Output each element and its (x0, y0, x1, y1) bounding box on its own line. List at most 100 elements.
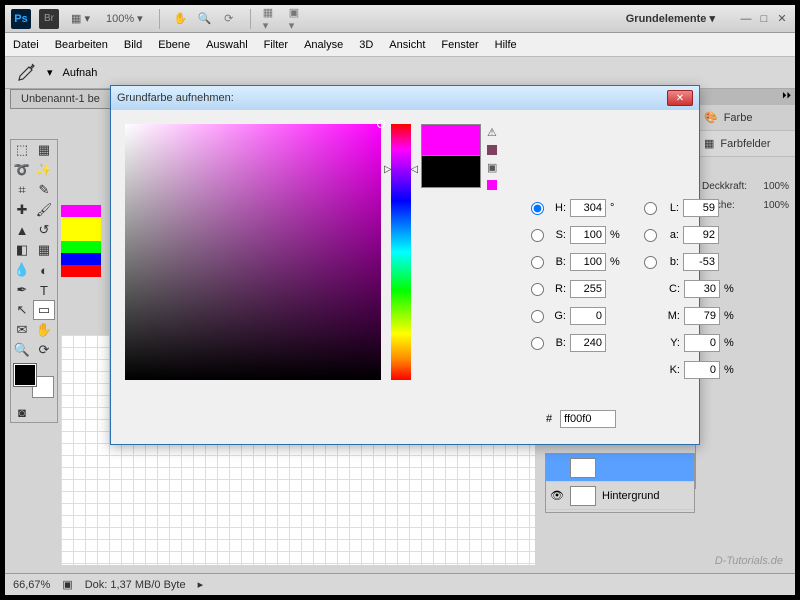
doc-info[interactable]: Dok: 1,37 MB/0 Byte (85, 579, 186, 591)
menu-analysis[interactable]: Analyse (304, 39, 343, 51)
type-tool[interactable]: T (33, 280, 55, 300)
zoom-dropdown[interactable]: 100% ▾ (102, 10, 147, 27)
websafe-warning-icon[interactable]: ▣ (487, 161, 497, 174)
websafe-color-icon[interactable] (487, 180, 497, 190)
dialog-close-button[interactable]: ✕ (667, 90, 693, 106)
radio-bblue[interactable] (531, 337, 544, 350)
lasso-tool[interactable]: ➰ (11, 160, 33, 180)
shape-tool[interactable]: ▭ (33, 300, 55, 320)
statusbar-arrow-icon[interactable]: ▸ (198, 578, 204, 591)
menu-file[interactable]: Datei (13, 39, 39, 51)
quickmask-toggle[interactable]: ◙ (11, 402, 33, 422)
radio-a[interactable] (644, 229, 657, 242)
stamp-tool[interactable]: ▲ (11, 220, 33, 240)
radio-r[interactable] (531, 283, 544, 296)
menu-filter[interactable]: Filter (264, 39, 288, 51)
h-input[interactable] (570, 199, 606, 217)
swatch-row (61, 205, 101, 217)
wand-tool[interactable]: ✨ (33, 160, 55, 180)
separator (159, 9, 160, 29)
g-input[interactable] (570, 307, 606, 325)
hue-slider[interactable]: ▷◁ (391, 124, 411, 380)
r-input[interactable] (570, 280, 606, 298)
panel-tab-color[interactable]: 🎨 Farbe (696, 105, 795, 131)
hand-tool-icon[interactable]: ✋ (172, 10, 190, 28)
radio-s[interactable] (531, 229, 544, 242)
foreground-color-swatch[interactable] (14, 364, 36, 386)
m-label: M: (664, 310, 680, 322)
c-input[interactable] (684, 280, 720, 298)
m-input[interactable] (684, 307, 720, 325)
b-blue-input[interactable] (570, 334, 606, 352)
gamut-warning-icon[interactable]: ⚠ (487, 126, 497, 139)
rotate-tool[interactable]: ⟳ (33, 340, 55, 360)
b-lab-input[interactable] (683, 253, 719, 271)
crop-tool[interactable]: ⌗ (11, 180, 33, 200)
layer-name[interactable]: Hintergrund (602, 490, 659, 502)
panel-collapse-icon[interactable]: ⏵⏵ (696, 89, 795, 105)
hex-input[interactable] (560, 410, 616, 428)
s-input[interactable] (570, 226, 606, 244)
layout-dropdown[interactable]: ▦ ▾ (67, 10, 94, 27)
k-input[interactable] (684, 361, 720, 379)
close-button[interactable]: ✕ (775, 12, 789, 26)
bridge-logo-icon[interactable]: Br (39, 9, 59, 29)
picker-cursor (377, 120, 385, 128)
saturation-brightness-field[interactable] (125, 124, 381, 380)
eraser-tool[interactable]: ◧ (11, 240, 33, 260)
gamut-color-icon[interactable] (487, 145, 497, 155)
brush-tool[interactable]: 🖌 (33, 200, 55, 220)
fill-value[interactable]: 100% (763, 200, 789, 211)
blur-tool[interactable]: 💧 (11, 260, 33, 280)
radio-h[interactable] (531, 202, 544, 215)
menu-edit[interactable]: Bearbeiten (55, 39, 108, 51)
dialog-titlebar[interactable]: Grundfarbe aufnehmen: ✕ (111, 86, 699, 110)
zoom-level[interactable]: 66,67% (13, 579, 50, 591)
notes-tool[interactable]: ✉ (11, 320, 33, 340)
workspace-switcher[interactable]: Grundelemente ▾ (618, 10, 723, 27)
dodge-tool[interactable]: ◐ (33, 260, 55, 280)
menu-image[interactable]: Bild (124, 39, 142, 51)
layer-row-selected[interactable] (546, 454, 694, 482)
screen-mode-icon[interactable]: ▣ ▾ (289, 10, 307, 28)
radio-b[interactable] (531, 256, 544, 269)
move-tool[interactable]: ⬚ (11, 140, 33, 160)
history-brush-tool[interactable]: ↺ (33, 220, 55, 240)
current-color-swatch[interactable] (421, 156, 481, 188)
heal-tool[interactable]: ✚ (11, 200, 33, 220)
radio-bb[interactable] (644, 256, 657, 269)
menu-select[interactable]: Auswahl (206, 39, 248, 51)
marquee-tool[interactable]: ▦ (33, 140, 55, 160)
menu-layer[interactable]: Ebene (158, 39, 190, 51)
radio-g[interactable] (531, 310, 544, 323)
menu-3d[interactable]: 3D (359, 39, 373, 51)
zoom-tool[interactable]: 🔍 (11, 340, 33, 360)
document-tab[interactable]: Unbenannt-1 be (10, 89, 111, 109)
gradient-tool[interactable]: ▦ (33, 240, 55, 260)
hand-tool[interactable]: ✋ (33, 320, 55, 340)
layer-row-background[interactable]: 👁 Hintergrund (546, 482, 694, 510)
zoom-tool-icon[interactable]: 🔍 (196, 10, 214, 28)
visibility-icon[interactable]: 👁 (550, 489, 564, 502)
eyedropper-tool[interactable]: ✎ (33, 180, 55, 200)
new-color-swatch[interactable] (421, 124, 481, 156)
pen-tool[interactable]: ✒ (11, 280, 33, 300)
y-input[interactable] (684, 334, 720, 352)
menu-window[interactable]: Fenster (441, 39, 478, 51)
radio-l[interactable] (644, 202, 657, 215)
toolbox: ⬚ ▦ ➰ ✨ ⌗ ✎ ✚ 🖌 ▲ ↺ ◧ ▦ 💧 ◐ ✒ T ↖ ▭ ✉ ✋ … (10, 139, 58, 423)
a-input[interactable] (683, 226, 719, 244)
arrange-docs-icon[interactable]: ▦ ▾ (263, 10, 281, 28)
color-swatches[interactable] (12, 364, 56, 398)
l-input[interactable] (683, 199, 719, 217)
path-tool[interactable]: ↖ (11, 300, 33, 320)
panel-tab-swatches[interactable]: ▦ Farbfelder (696, 131, 795, 157)
rotate-view-icon[interactable]: ⟳ (220, 10, 238, 28)
layer-thumbnail (570, 486, 596, 506)
menu-help[interactable]: Hilfe (495, 39, 517, 51)
minimize-button[interactable]: — (739, 12, 753, 26)
maximize-button[interactable]: □ (757, 12, 771, 26)
b-brightness-input[interactable] (570, 253, 606, 271)
menu-view[interactable]: Ansicht (389, 39, 425, 51)
opacity-value[interactable]: 100% (763, 181, 789, 192)
